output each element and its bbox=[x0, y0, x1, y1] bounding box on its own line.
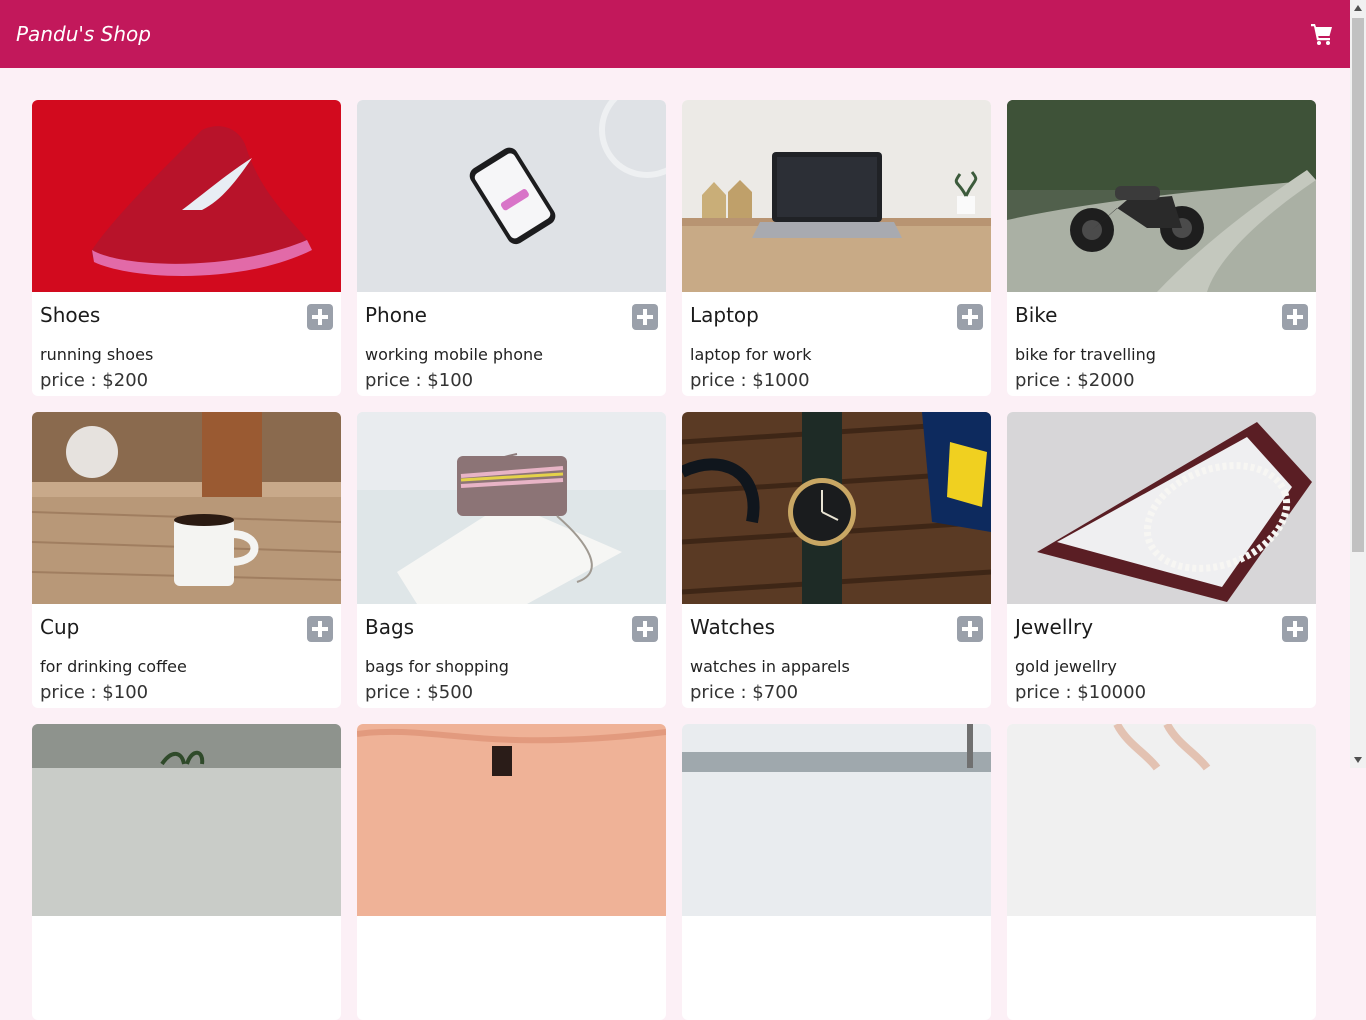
product-price: price : $700 bbox=[690, 682, 799, 703]
product-price: price : $500 bbox=[365, 682, 474, 703]
shop-brand[interactable]: Pandu's Shop bbox=[16, 22, 151, 46]
product-title: Laptop bbox=[690, 303, 759, 327]
product-description: bike for travelling bbox=[1015, 345, 1156, 364]
product-image-jewellry bbox=[1007, 412, 1316, 604]
product-price: price : $1000 bbox=[690, 370, 810, 391]
product-card-partial-2 bbox=[357, 724, 666, 1020]
product-description: gold jewellry bbox=[1015, 657, 1117, 676]
top-navbar: Pandu's Shop bbox=[0, 0, 1350, 68]
product-image-fabric bbox=[357, 724, 666, 916]
add-to-cart-button[interactable] bbox=[1282, 616, 1308, 642]
product-image-bike bbox=[1007, 100, 1316, 292]
product-description: working mobile phone bbox=[365, 345, 543, 364]
product-card-partial-3 bbox=[682, 724, 991, 1020]
product-card-bags: Bags bags for shopping price : $500 bbox=[357, 412, 666, 708]
product-description: for drinking coffee bbox=[40, 657, 187, 676]
scroll-up-arrow-icon[interactable] bbox=[1350, 0, 1366, 16]
product-card-phone: Phone working mobile phone price : $100 bbox=[357, 100, 666, 396]
add-to-cart-button[interactable] bbox=[632, 616, 658, 642]
product-image-sea bbox=[682, 724, 991, 916]
product-price: price : $200 bbox=[40, 370, 149, 391]
product-price: price : $2000 bbox=[1015, 370, 1135, 391]
product-price: price : $100 bbox=[40, 682, 149, 703]
product-title: Bags bbox=[365, 615, 415, 639]
product-description: running shoes bbox=[40, 345, 154, 364]
product-price: price : $100 bbox=[365, 370, 474, 391]
product-card-shoes: Shoes running shoes price : $200 bbox=[32, 100, 341, 396]
add-to-cart-button[interactable] bbox=[957, 304, 983, 330]
product-price: price : $10000 bbox=[1015, 682, 1147, 703]
product-title: Bike bbox=[1015, 303, 1058, 327]
product-card-jewellry: Jewellry gold jewellry price : $10000 bbox=[1007, 412, 1316, 708]
product-title: Shoes bbox=[40, 303, 101, 327]
page-scrollbar[interactable] bbox=[1350, 0, 1366, 768]
scroll-down-arrow-icon[interactable] bbox=[1350, 752, 1366, 768]
cart-icon[interactable] bbox=[1310, 22, 1334, 46]
product-card-cup: Cup for drinking coffee price : $100 bbox=[32, 412, 341, 708]
product-card-partial-4 bbox=[1007, 724, 1316, 1020]
product-title: Jewellry bbox=[1015, 615, 1094, 639]
product-grid: Shoes running shoes price : $200 Phone w… bbox=[32, 100, 1317, 1020]
add-to-cart-button[interactable] bbox=[632, 304, 658, 330]
product-description: watches in apparels bbox=[690, 657, 850, 676]
product-image-cup bbox=[32, 412, 341, 604]
product-title: Phone bbox=[365, 303, 427, 327]
product-image-laptop bbox=[682, 100, 991, 292]
product-card-partial-1 bbox=[32, 724, 341, 1020]
product-image-plant bbox=[32, 724, 341, 916]
product-card-bike: Bike bike for travelling price : $2000 bbox=[1007, 100, 1316, 396]
product-image-phone bbox=[357, 100, 666, 292]
product-image-shoes bbox=[32, 100, 341, 292]
product-card-watches: Watches watches in apparels price : $700 bbox=[682, 412, 991, 708]
add-to-cart-button[interactable] bbox=[307, 616, 333, 642]
product-card-laptop: Laptop laptop for work price : $1000 bbox=[682, 100, 991, 396]
product-title: Watches bbox=[690, 615, 775, 639]
product-description: laptop for work bbox=[690, 345, 812, 364]
add-to-cart-button[interactable] bbox=[1282, 304, 1308, 330]
add-to-cart-button[interactable] bbox=[957, 616, 983, 642]
product-image-watches bbox=[682, 412, 991, 604]
product-image-heels bbox=[1007, 724, 1316, 916]
scrollbar-thumb[interactable] bbox=[1352, 18, 1364, 552]
add-to-cart-button[interactable] bbox=[307, 304, 333, 330]
product-description: bags for shopping bbox=[365, 657, 509, 676]
product-image-bags bbox=[357, 412, 666, 604]
product-title: Cup bbox=[40, 615, 80, 639]
